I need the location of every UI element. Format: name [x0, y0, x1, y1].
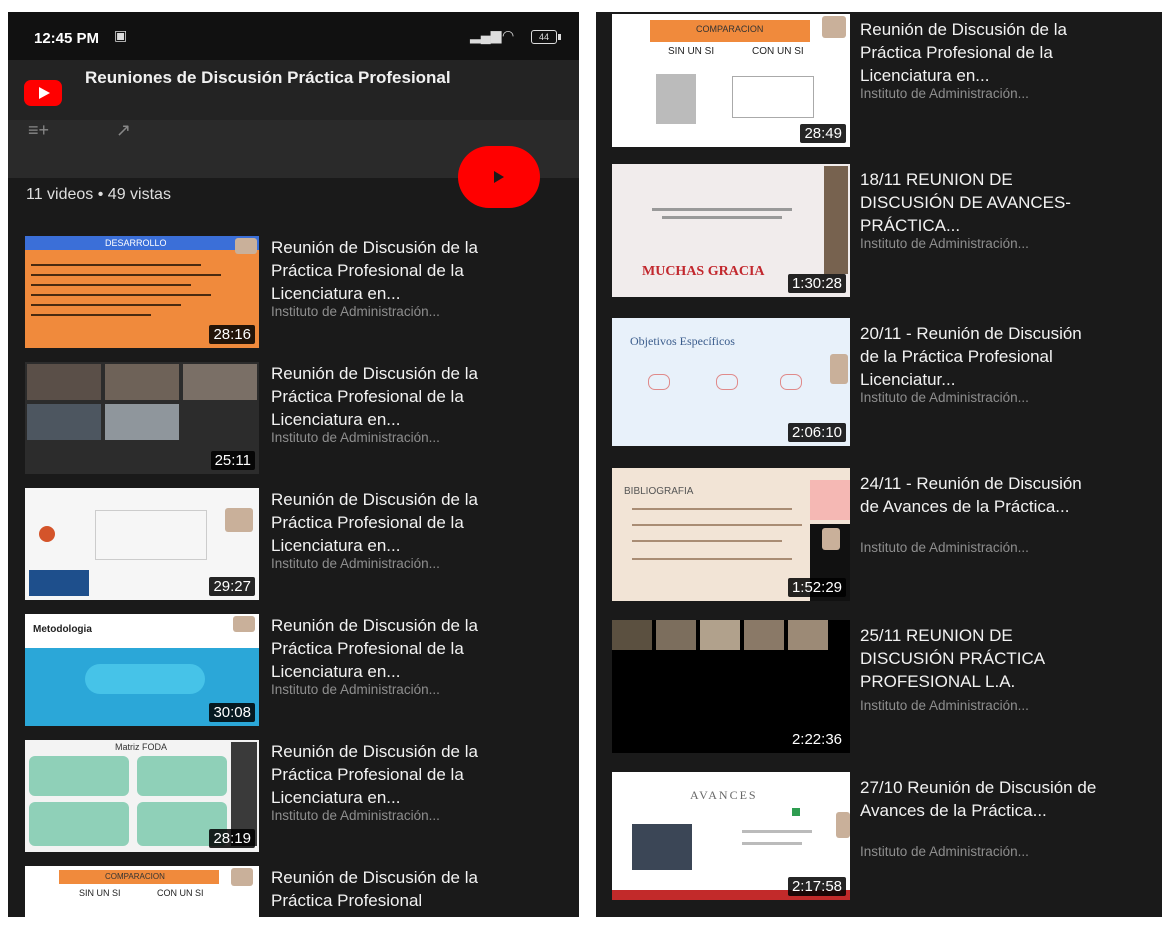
video-channel: Instituto de Administración...: [860, 86, 1029, 101]
wifi-icon: ◠: [502, 27, 515, 43]
video-item[interactable]: Matriz FODA 28:19 Reunión de Discusión d…: [25, 740, 565, 855]
video-item[interactable]: 2:22:36 25/11 REUNION DE DISCUSIÓN PRÁCT…: [612, 620, 1152, 760]
video-title[interactable]: Reunión de Discusión de la Práctica Prof…: [271, 362, 511, 431]
video-thumbnail[interactable]: AVANCES 2:17:58: [612, 772, 850, 900]
slide-heading: Objetivos Específicos: [630, 334, 735, 348]
playlist-stats: 11 videos • 49 vistas: [26, 186, 171, 203]
playlist-screen-right: COMPARACION SIN UN SI CON UN SI 28:49 Re…: [596, 12, 1162, 917]
video-duration: 1:52:29: [787, 578, 846, 597]
video-channel: Instituto de Administración...: [271, 682, 440, 697]
video-thumbnail[interactable]: Objetivos Específicos 2:06:10: [612, 318, 850, 446]
play-all-button[interactable]: [458, 146, 540, 208]
video-duration: 29:27: [209, 577, 255, 596]
slide-heading: Metodologia: [33, 624, 92, 635]
status-bar: 12:45 PM ▣ ▂▄▆ ◠ 44: [8, 12, 579, 60]
video-item[interactable]: DESARROLLO 28:16 Reunión de Discusión de…: [25, 236, 565, 351]
video-title[interactable]: Reunión de Discusión de la Práctica Prof…: [271, 236, 511, 305]
video-item[interactable]: BIBLIOGRAFIA 1:52:29 24/11 - Reunión de …: [612, 468, 1152, 608]
video-thumbnail[interactable]: Metodologia 30:08: [25, 614, 259, 726]
video-title[interactable]: Reunión de Discusión de la Práctica Prof…: [271, 740, 511, 809]
message-icon: ▣: [114, 27, 128, 43]
video-thumbnail[interactable]: 2:22:36: [612, 620, 850, 753]
video-item[interactable]: COMPARACION SIN UN SI CON UN SI 28:49 Re…: [612, 14, 1152, 154]
video-item[interactable]: MUCHAS GRACIA 1:30:28 18/11 REUNION DE D…: [612, 164, 1152, 304]
video-title[interactable]: 20/11 - Reunión de Discusión de la Práct…: [860, 322, 1100, 391]
playlist-title: Reuniones de Discusión Práctica Profesio…: [85, 68, 451, 87]
battery-icon: 44: [531, 30, 561, 44]
video-item[interactable]: AVANCES 2:17:58 27/10 Reunión de Discusi…: [612, 772, 1152, 912]
slide-col-right: CON UN SI: [157, 888, 204, 898]
video-title[interactable]: Reunión de Discusión de la Práctica Prof…: [271, 866, 511, 912]
video-duration: 28:49: [800, 124, 846, 143]
slide-col-left: SIN UN SI: [668, 46, 715, 57]
slide-heading: DESARROLLO: [105, 238, 167, 248]
playlist-screen-left: 12:45 PM ▣ ▂▄▆ ◠ 44 Reuniones de Discusi…: [8, 12, 579, 917]
video-duration: 30:08: [209, 703, 255, 722]
share-icon[interactable]: ↗: [116, 120, 131, 141]
video-duration: 2:22:36: [787, 730, 846, 749]
video-thumbnail[interactable]: 29:27: [25, 488, 259, 600]
video-channel: Instituto de Administración...: [271, 808, 440, 823]
video-channel: Instituto de Administración...: [860, 540, 1029, 555]
video-title[interactable]: 24/11 - Reunión de Discusión de Avances …: [860, 472, 1100, 518]
video-item[interactable]: Metodologia 30:08 Reunión de Discusión d…: [25, 614, 565, 729]
video-channel: Instituto de Administración...: [271, 430, 440, 445]
video-thumbnail[interactable]: BIBLIOGRAFIA 1:52:29: [612, 468, 850, 601]
video-channel: Instituto de Administración...: [271, 304, 440, 319]
slide-heading: AVANCES: [690, 788, 758, 802]
video-duration: 28:16: [209, 325, 255, 344]
video-title[interactable]: Reunión de Discusión de la Práctica Prof…: [271, 488, 511, 557]
video-thumbnail[interactable]: Matriz FODA 28:19: [25, 740, 259, 852]
signal-icon: ▂▄▆: [470, 27, 502, 43]
video-title[interactable]: 27/10 Reunión de Discusión de Avances de…: [860, 776, 1100, 822]
slide-heading: Matriz FODA: [115, 742, 168, 752]
save-playlist-icon[interactable]: ≡+: [28, 120, 49, 141]
status-time: 12:45 PM: [34, 30, 100, 47]
video-thumbnail[interactable]: COMPARACION SIN UN SI CON UN SI: [25, 866, 259, 917]
slide-col-left: SIN UN SI: [79, 888, 121, 898]
video-thumbnail[interactable]: MUCHAS GRACIA 1:30:28: [612, 164, 850, 297]
video-title[interactable]: Reunión de Discusión de la Práctica Prof…: [860, 18, 1100, 87]
video-channel: Instituto de Administración...: [860, 390, 1029, 405]
video-title[interactable]: 25/11 REUNION DE DISCUSIÓN PRÁCTICA PROF…: [860, 624, 1100, 693]
video-duration: 2:17:58: [787, 877, 846, 896]
video-thumbnail[interactable]: 25:11: [25, 362, 259, 474]
video-channel: Instituto de Administración...: [271, 556, 440, 571]
video-duration: 2:06:10: [787, 423, 846, 442]
video-title[interactable]: 18/11 REUNION DE DISCUSIÓN DE AVANCES- P…: [860, 168, 1100, 237]
slide-heading: BIBLIOGRAFIA: [624, 486, 694, 497]
video-title[interactable]: Reunión de Discusión de la Práctica Prof…: [271, 614, 511, 683]
video-duration: 1:30:28: [787, 274, 846, 293]
slide-col-right: CON UN SI: [752, 46, 804, 57]
video-duration: 25:11: [210, 451, 255, 470]
video-item[interactable]: 25:11 Reunión de Discusión de la Práctic…: [25, 362, 565, 477]
video-channel: Instituto de Administración...: [860, 698, 1029, 713]
video-duration: 28:19: [209, 829, 255, 848]
video-item[interactable]: COMPARACION SIN UN SI CON UN SI Reunión …: [25, 866, 565, 917]
video-channel: Instituto de Administración...: [860, 236, 1029, 251]
video-item[interactable]: 29:27 Reunión de Discusión de la Práctic…: [25, 488, 565, 603]
slide-heading: COMPARACION: [105, 872, 165, 881]
app-header: Reuniones de Discusión Práctica Profesio…: [8, 60, 579, 120]
video-item[interactable]: Objetivos Específicos 2:06:10 20/11 - Re…: [612, 318, 1152, 458]
video-thumbnail[interactable]: DESARROLLO 28:16: [25, 236, 259, 348]
video-channel: Instituto de Administración...: [860, 844, 1029, 859]
slide-heading: MUCHAS GRACIA: [642, 264, 765, 279]
slide-heading: COMPARACION: [696, 24, 764, 34]
video-thumbnail[interactable]: COMPARACION SIN UN SI CON UN SI 28:49: [612, 14, 850, 147]
youtube-logo-icon[interactable]: [24, 80, 62, 106]
